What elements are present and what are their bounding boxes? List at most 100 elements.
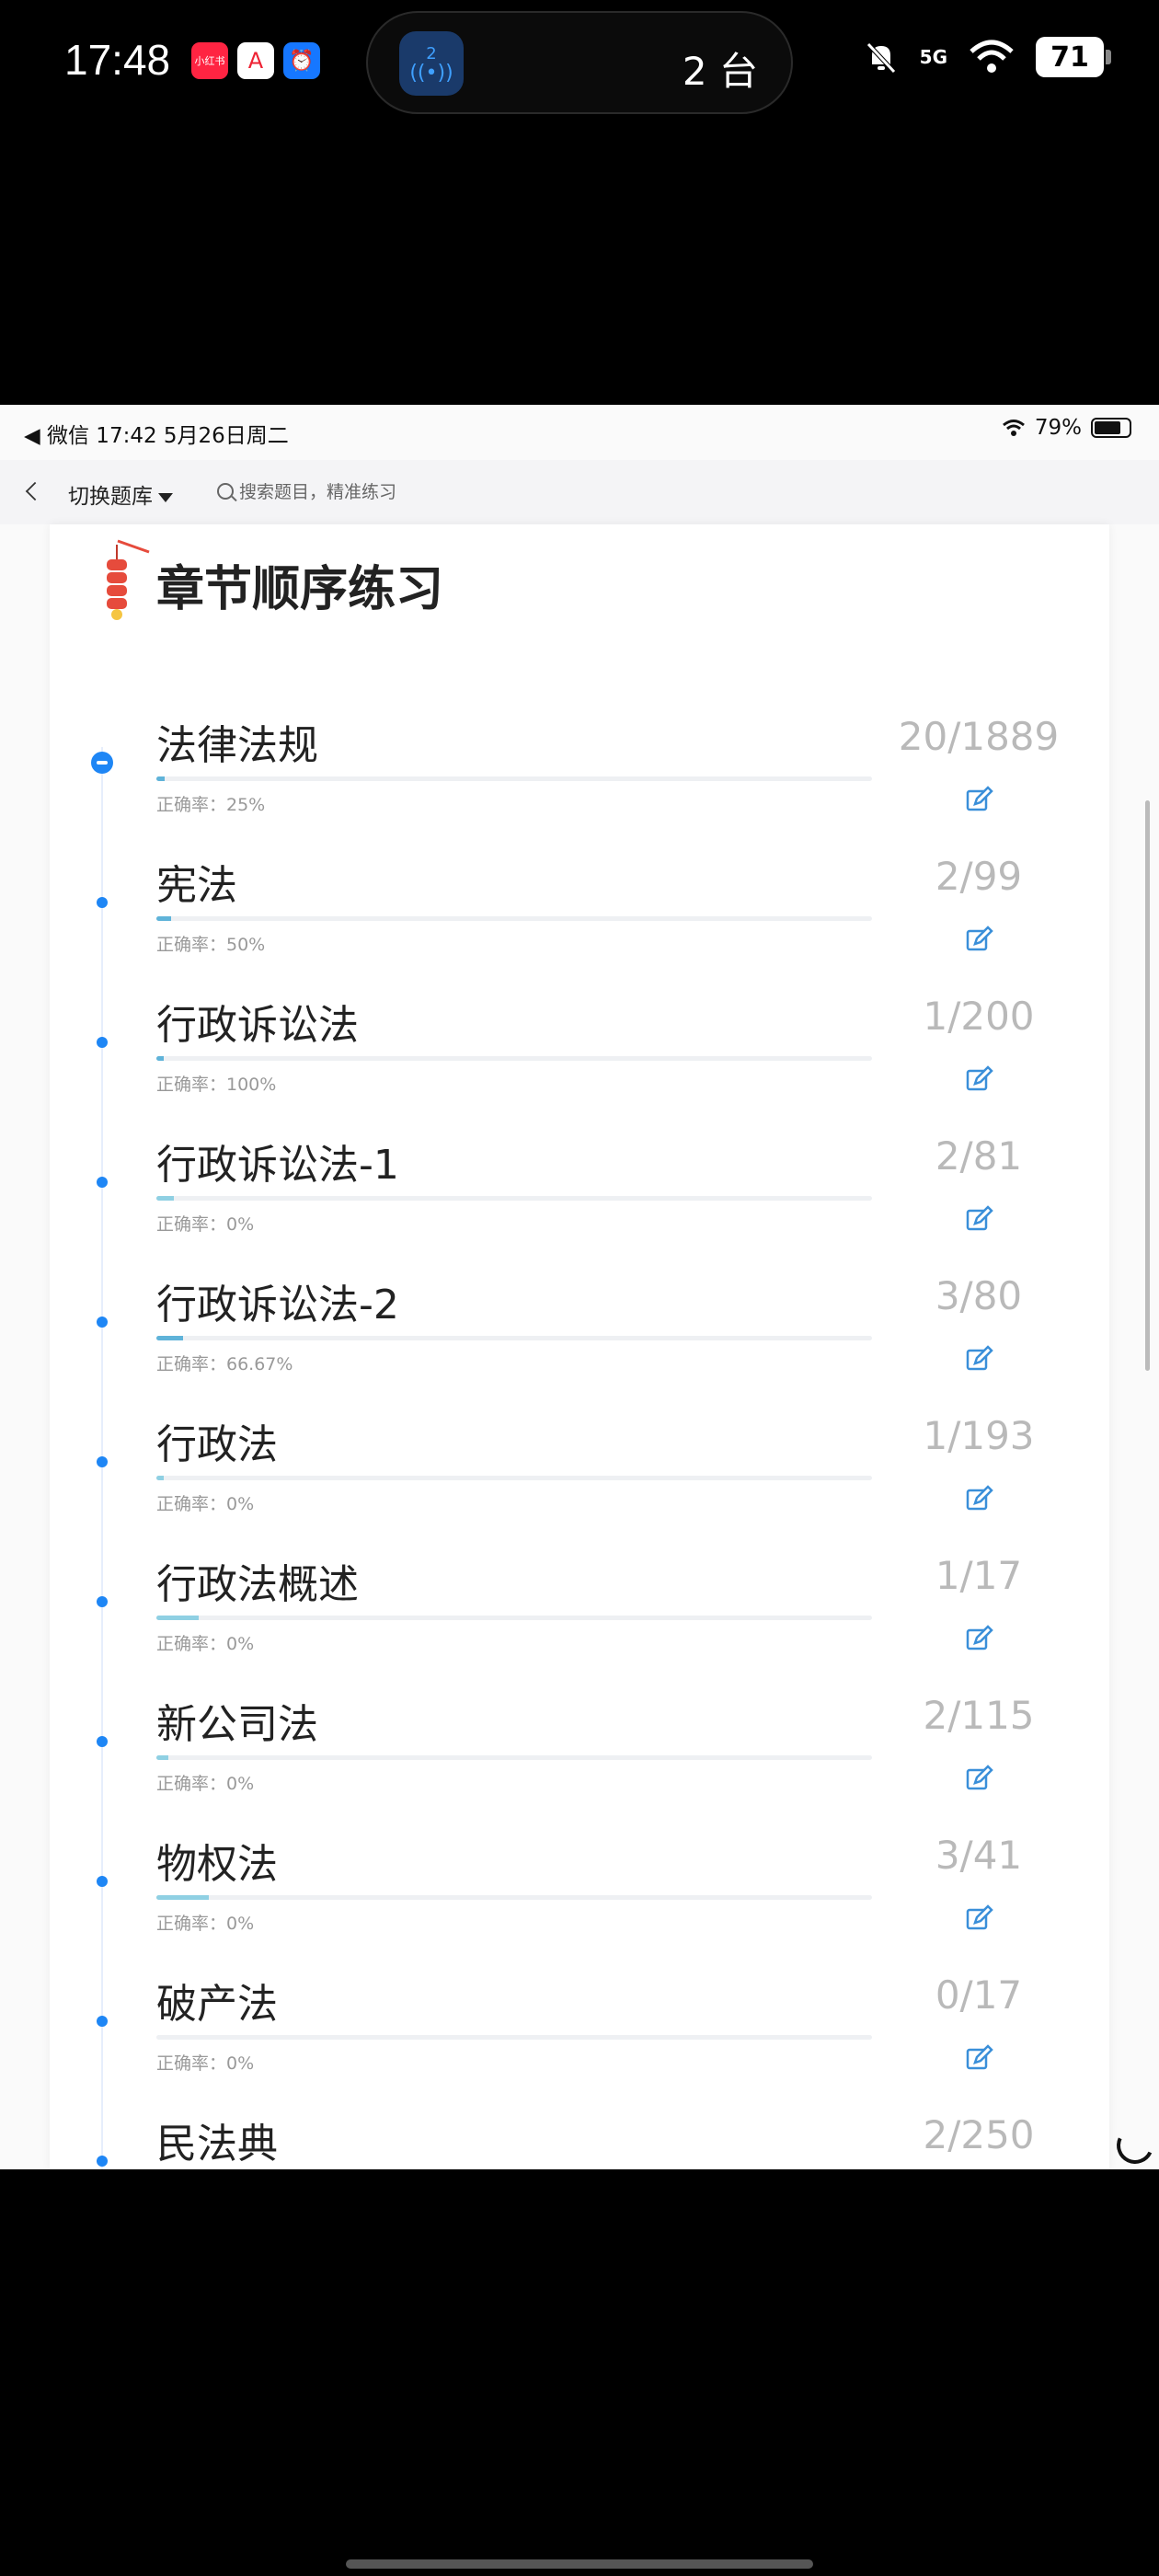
alarm-app-icon: ⏰ (283, 42, 320, 79)
timeline-dot (97, 1177, 108, 1188)
chapter-item[interactable]: 行政法 正确率：0% 1/193 (50, 1408, 1109, 1547)
chapter-item[interactable]: 破产法 正确率：0% 0/17 (50, 1967, 1109, 2107)
inner-status-right: 79% (1002, 416, 1131, 440)
chapter-count: 1/193 (923, 1413, 1035, 1458)
loading-spinner-icon (1111, 2122, 1159, 2169)
chapter-item[interactable]: 新公司法正确率：0% 2/115 (50, 1687, 1109, 1827)
timeline-dot (97, 1596, 108, 1607)
chapter-progress-bar (156, 1056, 872, 1061)
dynamic-island[interactable]: 2 ((•)) 2 台 (366, 11, 793, 114)
edit-icon[interactable] (962, 1903, 995, 1936)
chapter-progress-fill (156, 1196, 175, 1201)
chapter-progress-fill (156, 1895, 209, 1900)
app-a-icon: A (237, 42, 274, 79)
chapter-progress-fill (156, 776, 165, 781)
chapter-accuracy: 正确率：25% (156, 795, 266, 815)
chapter-name: 新公司法 (156, 1701, 318, 1748)
chapter-item[interactable]: 民法典 2/250 (50, 2107, 1109, 2169)
chapter-progress-bar (156, 916, 872, 921)
chapter-accuracy: 正确率：0% (156, 2053, 255, 2074)
chapter-name: 行政诉讼法-1 (156, 1142, 399, 1189)
chapter-name: 法律法规 (156, 722, 318, 769)
timeline-dot (97, 2156, 108, 2167)
xiaohongshu-icon: 小红书 (191, 42, 228, 79)
edit-icon[interactable] (962, 1483, 995, 1516)
search-placeholder: 搜索题目，精准练习 (239, 482, 397, 502)
chapter-progress-fill (156, 1755, 169, 1760)
scrollbar[interactable] (1145, 800, 1150, 1371)
timeline-dot (97, 2016, 108, 2027)
chapter-item[interactable]: 行政诉讼法 正确率：100% 1/200 (50, 988, 1109, 1128)
chapter-card: 章节顺序练习 法律法规 正确率：25% 20/1889 宪法 正确率：50% 2/99 行政… (50, 524, 1109, 2169)
chapter-item[interactable]: 物权法 正确率：0% 3/41 (50, 1827, 1109, 1967)
chapter-progress-bar (156, 776, 872, 781)
app-screen: ◀ 微信 17:42 5月26日周二 79% 切换题库 搜索题目，精准练习 章节… (0, 405, 1159, 2169)
chapter-name: 宪法 (156, 862, 237, 909)
chapter-accuracy: 正确率：0% (156, 1774, 255, 1794)
chapter-item[interactable]: 行政诉讼法-2 正确率：66.67% 3/80 (50, 1268, 1109, 1408)
chapter-accuracy: 正确率：0% (156, 1634, 255, 1654)
search-input[interactable]: 搜索题目，精准练习 (217, 478, 396, 503)
chapter-count: 20/1889 (898, 714, 1060, 759)
edit-icon[interactable] (962, 1064, 995, 1097)
edit-icon[interactable] (962, 1763, 995, 1796)
chapter-progress-fill (156, 1476, 164, 1480)
chapter-count: 2/99 (935, 854, 1023, 899)
battery-icon: 71 (1036, 37, 1111, 77)
chapter-progress-bar (156, 1336, 872, 1340)
chapter-item[interactable]: 法律法规正确率：25% 20/1889 (50, 708, 1109, 848)
chapter-name: 破产法 (156, 1981, 278, 2028)
bell-muted-icon (866, 42, 896, 74)
home-indicator[interactable] (346, 2559, 813, 2569)
switch-bank-label: 切换题库 (68, 485, 153, 509)
chapter-progress-fill (156, 916, 171, 921)
chapter-accuracy: 正确率：50% (156, 935, 266, 955)
edit-icon[interactable] (962, 1203, 995, 1236)
chapter-progress-bar (156, 1895, 872, 1900)
edit-icon[interactable] (962, 2042, 995, 2076)
phone-status-icons: 5G 71 (863, 37, 1111, 77)
cast-wave-icon: ((•)) (409, 61, 453, 85)
edit-icon[interactable] (962, 784, 995, 817)
switch-bank-button[interactable]: 切换题库 (68, 478, 173, 510)
chapter-progress-bar (156, 2035, 872, 2040)
chapter-count: 2/115 (923, 1693, 1035, 1738)
island-badge: 2 (426, 43, 437, 63)
chapter-count: 3/80 (935, 1273, 1023, 1318)
timeline-dot (97, 1456, 108, 1467)
edit-icon[interactable] (962, 1343, 995, 1376)
edit-icon[interactable] (962, 924, 995, 957)
chapter-progress-bar (156, 1755, 872, 1760)
chapter-name: 行政诉讼法-2 (156, 1282, 399, 1328)
collapse-dot-icon[interactable] (91, 752, 113, 774)
cellular-signal-icon: 5G (919, 46, 947, 68)
chapter-accuracy: 正确率：0% (156, 1494, 255, 1514)
chapter-count: 2/250 (923, 2112, 1035, 2157)
chapter-name: 行政诉讼法 (156, 1002, 359, 1049)
timeline-dot (97, 1317, 108, 1328)
chapter-item[interactable]: 行政法概述 正确率：0% 1/17 (50, 1547, 1109, 1687)
chapter-item[interactable]: 行政诉讼法-1 正确率：0% 2/81 (50, 1128, 1109, 1268)
chapter-progress-fill (156, 1616, 199, 1620)
phone-status-bar: 17:48 小红书 A ⏰ 2 ((•)) 2 台 5G 71 (0, 0, 1159, 129)
inner-wifi-icon (1002, 420, 1025, 436)
inner-status-left: ◀ 微信 17:42 5月26日周二 (24, 424, 289, 448)
chapter-accuracy: 正确率：0% (156, 1914, 255, 1934)
notification-app-icons: 小红书 A ⏰ (191, 42, 320, 79)
chapter-name: 民法典 (156, 2121, 278, 2168)
edit-icon[interactable] (962, 1623, 995, 1656)
chapter-count: 3/41 (935, 1833, 1023, 1878)
timeline-dot (97, 1736, 108, 1747)
caret-down-icon (158, 492, 173, 502)
chapter-accuracy: 正确率：100% (156, 1075, 277, 1095)
timeline-dot (97, 897, 108, 908)
firecracker-icon (107, 539, 150, 620)
timeline-dot (97, 1876, 108, 1887)
search-icon (217, 482, 234, 500)
chapter-progress-bar (156, 1196, 872, 1201)
back-arrow-icon[interactable] (25, 481, 45, 501)
chapter-item[interactable]: 宪法正确率：50% 2/99 (50, 848, 1109, 988)
chapter-accuracy: 正确率：0% (156, 1214, 255, 1235)
chapter-progress-fill (156, 1056, 164, 1061)
chapter-progress-fill (156, 1336, 184, 1340)
